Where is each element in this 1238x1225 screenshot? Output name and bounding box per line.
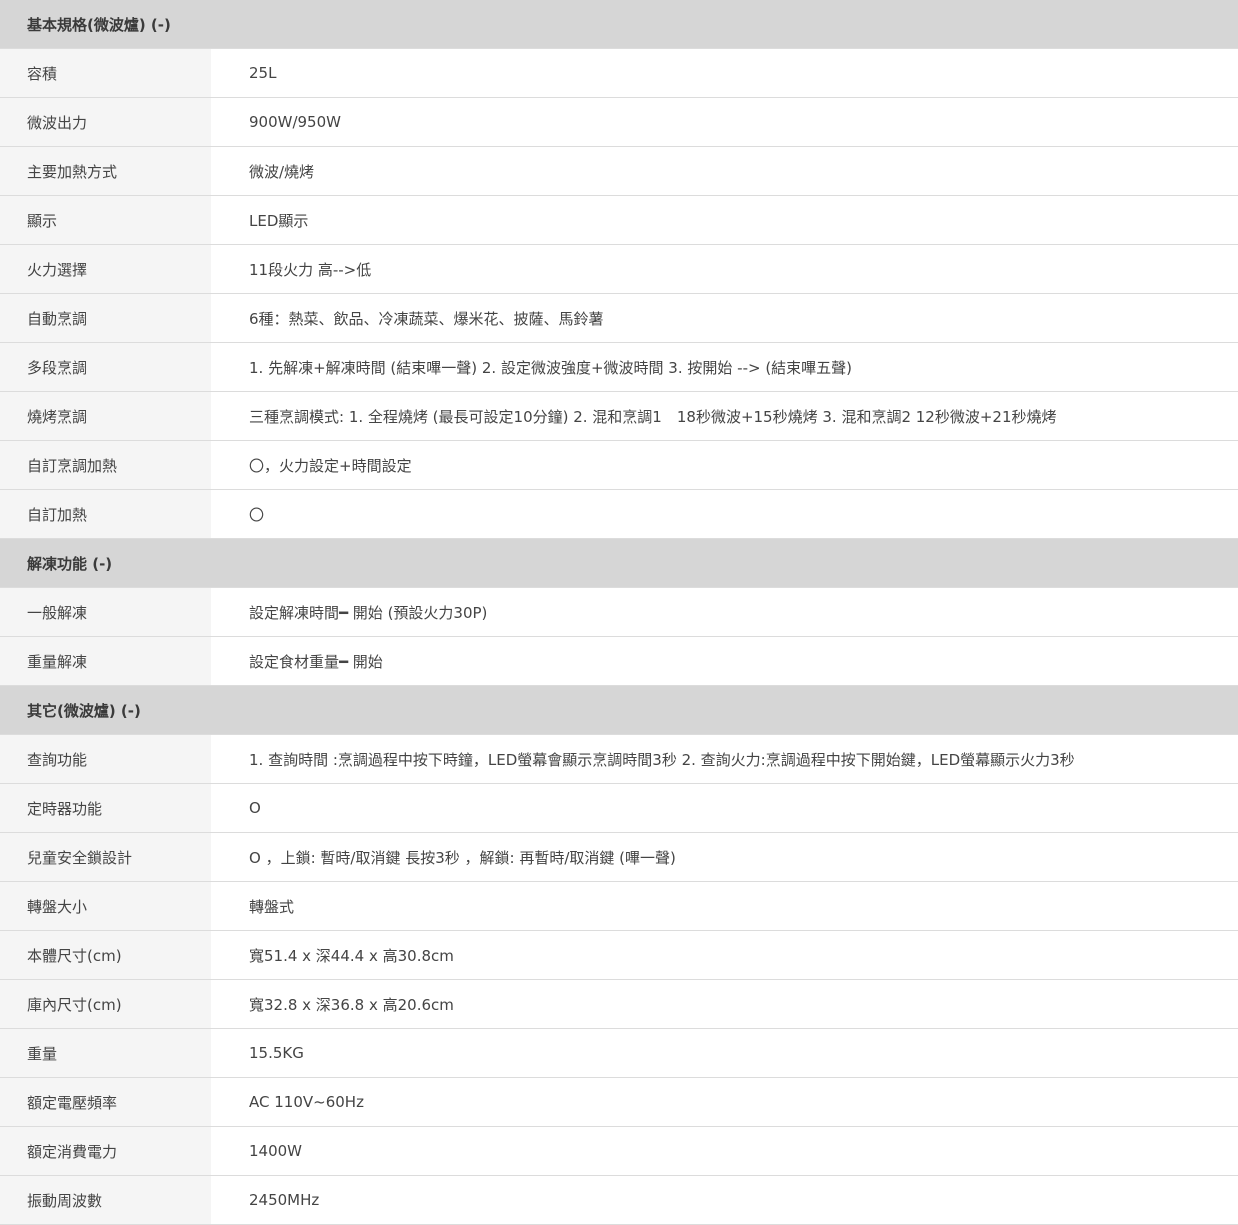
section-title: 解凍功能 (-)	[0, 538, 1238, 588]
spec-row: 自訂加熱〇	[0, 489, 1238, 539]
spec-label: 本體尺寸(cm)	[0, 930, 211, 980]
spec-value: 〇	[211, 489, 1238, 539]
spec-value: 1. 先解凍+解凍時間 (結束嗶一聲) 2. 設定微波強度+微波時間 3. 按開…	[211, 342, 1238, 392]
spec-label: 容積	[0, 48, 211, 98]
spec-row: 微波出力 900W/950W	[0, 97, 1238, 147]
spec-label: 轉盤大小	[0, 881, 211, 931]
spec-label: 微波出力	[0, 97, 211, 147]
spec-label: 兒童安全鎖設計	[0, 832, 211, 882]
spec-table-body: 基本規格(微波爐) (-) 容積 25L 微波出力 900W/950W 主要加熱方式 微波/…	[0, 0, 1238, 1225]
spec-value: 2450MHz	[211, 1175, 1238, 1225]
spec-label: 庫內尺寸(cm)	[0, 979, 211, 1029]
spec-value: 〇，火力設定+時間設定	[211, 440, 1238, 490]
spec-label: 主要加熱方式	[0, 146, 211, 196]
spec-label: 額定消費電力	[0, 1126, 211, 1176]
spec-row: 額定電壓頻率 AC 110V~60Hz	[0, 1077, 1238, 1127]
spec-row: 額定消費電力 1400W	[0, 1126, 1238, 1176]
spec-row: 兒童安全鎖設計 O ，上鎖: 暫時/取消鍵 長按3秒 ，解鎖: 再暫時/取消鍵 (…	[0, 832, 1238, 882]
spec-row: 重量解凍 設定食材重量━ 開始	[0, 636, 1238, 686]
section-header: 解凍功能 (-)	[0, 538, 1238, 588]
spec-row: 燒烤烹調 三種烹調模式: 1. 全程燒烤 (最長可設定10分鐘) 2. 混和烹調1…	[0, 391, 1238, 441]
spec-label: 額定電壓頻率	[0, 1077, 211, 1127]
spec-label: 重量	[0, 1028, 211, 1078]
spec-row: 庫內尺寸(cm) 寬32.8 x 深36.8 x 高20.6cm	[0, 979, 1238, 1029]
spec-label: 一般解凍	[0, 587, 211, 637]
section-title: 其它(微波爐) (-)	[0, 685, 1238, 735]
spec-label: 查詢功能	[0, 734, 211, 784]
spec-label: 顯示	[0, 195, 211, 245]
spec-row: 重量 15.5KG	[0, 1028, 1238, 1078]
spec-row: 轉盤大小 轉盤式	[0, 881, 1238, 931]
spec-table: 基本規格(微波爐) (-) 容積 25L 微波出力 900W/950W 主要加熱方式 微波/…	[0, 0, 1238, 1225]
spec-row: 自動烹調 6種：熱菜、飲品、冷凍蔬菜、爆米花、披薩、馬鈴薯	[0, 293, 1238, 343]
spec-row: 容積 25L	[0, 48, 1238, 98]
spec-label: 振動周波數	[0, 1175, 211, 1225]
spec-value: 11段火力 高-->低	[211, 244, 1238, 294]
spec-value: 900W/950W	[211, 97, 1238, 147]
section-header: 其它(微波爐) (-)	[0, 685, 1238, 735]
spec-row: 本體尺寸(cm) 寬51.4 x 深44.4 x 高30.8cm	[0, 930, 1238, 980]
spec-value: AC 110V~60Hz	[211, 1077, 1238, 1127]
section-header: 基本規格(微波爐) (-)	[0, 0, 1238, 49]
spec-row: 一般解凍 設定解凍時間━ 開始 (預設火力30P)	[0, 587, 1238, 637]
spec-value: 寬51.4 x 深44.4 x 高30.8cm	[211, 930, 1238, 980]
spec-value: 6種：熱菜、飲品、冷凍蔬菜、爆米花、披薩、馬鈴薯	[211, 293, 1238, 343]
section-title: 基本規格(微波爐) (-)	[0, 0, 1238, 49]
spec-label: 多段烹調	[0, 342, 211, 392]
spec-row: 振動周波數 2450MHz	[0, 1175, 1238, 1225]
spec-row: 多段烹調 1. 先解凍+解凍時間 (結束嗶一聲) 2. 設定微波強度+微波時間 3…	[0, 342, 1238, 392]
spec-label: 重量解凍	[0, 636, 211, 686]
spec-row: 自訂烹調加熱 〇，火力設定+時間設定	[0, 440, 1238, 490]
spec-label: 自動烹調	[0, 293, 211, 343]
spec-label: 火力選擇	[0, 244, 211, 294]
spec-label: 燒烤烹調	[0, 391, 211, 441]
spec-label: 自訂烹調加熱	[0, 440, 211, 490]
spec-value: 15.5KG	[211, 1028, 1238, 1078]
spec-value: 微波/燒烤	[211, 146, 1238, 196]
spec-value: 設定解凍時間━ 開始 (預設火力30P)	[211, 587, 1238, 637]
spec-row: 顯示 LED顯示	[0, 195, 1238, 245]
spec-label: 自訂加熱	[0, 489, 211, 539]
spec-row: 火力選擇 11段火力 高-->低	[0, 244, 1238, 294]
spec-value: 三種烹調模式: 1. 全程燒烤 (最長可設定10分鐘) 2. 混和烹調1 18秒…	[211, 391, 1238, 441]
spec-value: 設定食材重量━ 開始	[211, 636, 1238, 686]
spec-row: 主要加熱方式 微波/燒烤	[0, 146, 1238, 196]
spec-value: LED顯示	[211, 195, 1238, 245]
spec-row: 定時器功能 O	[0, 783, 1238, 833]
spec-label: 定時器功能	[0, 783, 211, 833]
spec-value: 1. 查詢時間 :烹調過程中按下時鐘，LED螢幕會顯示烹調時間3秒 2. 查詢火…	[211, 734, 1238, 784]
spec-value: 寬32.8 x 深36.8 x 高20.6cm	[211, 979, 1238, 1029]
spec-value: O	[211, 783, 1238, 833]
spec-value: 轉盤式	[211, 881, 1238, 931]
spec-row: 查詢功能 1. 查詢時間 :烹調過程中按下時鐘，LED螢幕會顯示烹調時間3秒 2.…	[0, 734, 1238, 784]
spec-value: 1400W	[211, 1126, 1238, 1176]
spec-value: O ，上鎖: 暫時/取消鍵 長按3秒 ，解鎖: 再暫時/取消鍵 (嗶一聲)	[211, 832, 1238, 882]
spec-value: 25L	[211, 48, 1238, 98]
